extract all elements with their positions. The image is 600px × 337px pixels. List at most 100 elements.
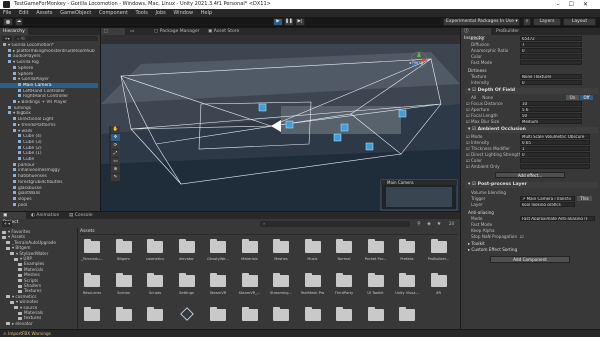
off-button[interactable]: Off [580, 95, 593, 100]
asset-folder[interactable] [143, 305, 167, 329]
status-bar[interactable]: ⚠ ImportFBX Warnings [0, 330, 600, 337]
hierarchy-row[interactable]: ▸ trendsPlatforms [0, 122, 98, 128]
hierarchy-row[interactable]: hatibhuenses [0, 174, 98, 179]
hierarchy-row[interactable]: slopes [0, 196, 98, 202]
hierarchy-row[interactable]: Cube (4) [0, 134, 98, 139]
scene-tool-icon[interactable]: ⊕ [111, 166, 120, 173]
star-icon[interactable]: ★ [435, 221, 443, 227]
tab-animation[interactable]: ◐ Animation [28, 212, 64, 219]
hierarchy-row[interactable]: parkour [0, 162, 98, 168]
project-tree-row[interactable]: ▾ Assets [0, 234, 75, 239]
asset-folder[interactable]: SteamVR [206, 271, 230, 303]
this-button[interactable]: This [577, 196, 592, 201]
add-component-button[interactable]: Add Component [490, 256, 570, 263]
project-tree-row[interactable]: ▾ Favorites [0, 229, 75, 234]
menu-assets[interactable]: Assets [36, 10, 52, 16]
project-tree-row[interactable]: Shaders [0, 283, 75, 288]
custom-effect-sorting-foldout[interactable]: ▸ Custom Effect Sorting [465, 247, 598, 252]
menu-window[interactable]: Window [173, 10, 193, 16]
asset-folder[interactable]: Prefabs [395, 237, 419, 269]
project-tree-row[interactable]: Scripts [0, 278, 75, 283]
asset-folder[interactable] [332, 305, 356, 329]
project-tree-row[interactable]: ▾ Bitgem [0, 245, 75, 250]
hierarchy-row[interactable]: Cube (1) [0, 151, 98, 156]
tab-inspector[interactable]: ⓘ Inspector [461, 28, 491, 41]
property-value-field[interactable]: 1 [520, 146, 590, 151]
property-value-field[interactable]: 7 [520, 42, 582, 47]
hierarchy-row[interactable]: ▾ Gorilla Rig [0, 60, 98, 65]
property-value-field[interactable] [520, 54, 582, 59]
hierarchy-row[interactable]: Main Camera [0, 82, 98, 88]
asset-folder[interactable] [175, 305, 199, 329]
hierarchy-row[interactable]: Cube (2) [0, 145, 98, 151]
hierarchy-row[interactable]: glassbusse [0, 185, 98, 191]
account-icon[interactable] [3, 18, 13, 26]
project-tree-row[interactable]: textures [0, 315, 75, 320]
property-value-field[interactable]: 10 [520, 101, 582, 106]
property-value-field[interactable]: Fast Approximate Anti-aliasing (F [520, 216, 595, 221]
property-value-field[interactable]: Multi Scale Volumetric Obscure [520, 134, 590, 139]
menu-tools[interactable]: Tools [136, 10, 148, 16]
filter-icon[interactable]: ⚲ [415, 221, 423, 227]
scene-viewport[interactable] [101, 44, 460, 211]
asset-folder[interactable] [206, 305, 230, 329]
tab-package-manager[interactable]: ▢ Package Manager [151, 28, 203, 35]
hierarchy-row[interactable]: Turnings [0, 105, 98, 111]
property-value-field[interactable]: 50 [520, 113, 582, 118]
asset-folder[interactable]: Materials [238, 237, 262, 269]
hierarchy-row[interactable]: Cube (3) [0, 139, 98, 145]
step-button[interactable]: ▶| [295, 18, 305, 26]
hierarchy-row[interactable]: ▸ Bindings + VR Player [0, 100, 98, 105]
play-button[interactable]: ▶ [273, 18, 283, 26]
asset-folder[interactable]: Normal [332, 237, 356, 269]
property-value-field[interactable]: 5.6 [520, 107, 582, 112]
maximize-icon[interactable]: ☐ [569, 1, 583, 8]
tab-hierarchy[interactable]: Hierarchy [0, 28, 28, 35]
asset-folder[interactable]: TextMesh Pro [301, 271, 325, 303]
hierarchy-row[interactable]: Sphere [0, 65, 98, 71]
tab-asset-store[interactable]: ▣ Asset Store [205, 28, 247, 35]
asset-folder[interactable]: XR [427, 271, 451, 303]
hierarchy-row[interactable]: Directional Light [0, 117, 98, 122]
asset-folder[interactable] [364, 305, 388, 329]
layout-dropdown[interactable]: Layout [563, 18, 596, 26]
menu-help[interactable]: Help [201, 10, 212, 16]
asset-folder[interactable]: Bitgem [112, 237, 136, 269]
asset-folder[interactable]: Pocket Por... [364, 237, 388, 269]
asset-folder[interactable] [112, 305, 136, 329]
asset-folder[interactable]: cosmetics [143, 237, 167, 269]
asset-folder[interactable]: Scripts [143, 271, 167, 303]
menu-gameobject[interactable]: GameObject [60, 10, 91, 16]
close-icon[interactable]: ✕ [583, 1, 597, 8]
asset-folder[interactable]: Unity Visua... [395, 271, 419, 303]
project-tree-row[interactable]: Examples [0, 261, 75, 266]
hierarchy-row[interactable]: pool [0, 202, 98, 208]
post-process-layer-header[interactable]: ▾ ☑ Post-process Layer [465, 182, 598, 188]
property-value-field[interactable]: 0.65 [520, 140, 590, 145]
asset-folder[interactable]: ThirdParty [332, 271, 356, 303]
scene-tool-icon[interactable]: ✥ [111, 134, 120, 141]
asset-folder[interactable]: elevator [175, 237, 199, 269]
property-value-field[interactable]: Medium [520, 119, 582, 124]
asset-folder[interactable]: SteamVR_... [238, 271, 262, 303]
hierarchy-row[interactable]: RightHand Controller [0, 94, 98, 99]
project-tree-row[interactable]: ▾ winnotes [0, 299, 75, 304]
add-asset-button[interactable]: + ▾ [2, 221, 12, 227]
asset-folder[interactable] [238, 305, 262, 329]
minimize-icon[interactable]: – [557, 1, 569, 8]
search-icon[interactable]: ⌕ [523, 18, 531, 26]
asset-folder[interactable]: Music [301, 237, 325, 269]
perspective-label[interactable]: ◂ Persp [409, 60, 423, 65]
property-value-field[interactable]: None (Texture) [520, 74, 582, 79]
hierarchy-row[interactable]: ▾ bigbox [0, 111, 98, 116]
project-tree-row[interactable]: ▾ source [0, 305, 75, 310]
asset-folder[interactable]: Streaming... [269, 271, 293, 303]
project-tree-row[interactable]: ▸ elevator [0, 321, 75, 326]
tab-console[interactable]: ▤ Console [66, 212, 96, 219]
label-icon[interactable]: ◈ [425, 221, 433, 227]
asset-folder[interactable]: _TerrainAu... [80, 237, 104, 269]
project-tree-row[interactable]: ▾ URP [0, 256, 75, 261]
hierarchy-row[interactable]: ▾ GorillaPlayer [0, 77, 98, 82]
scene-tool-icon[interactable]: ⟳ [111, 142, 120, 149]
on-button[interactable]: On [566, 95, 579, 100]
